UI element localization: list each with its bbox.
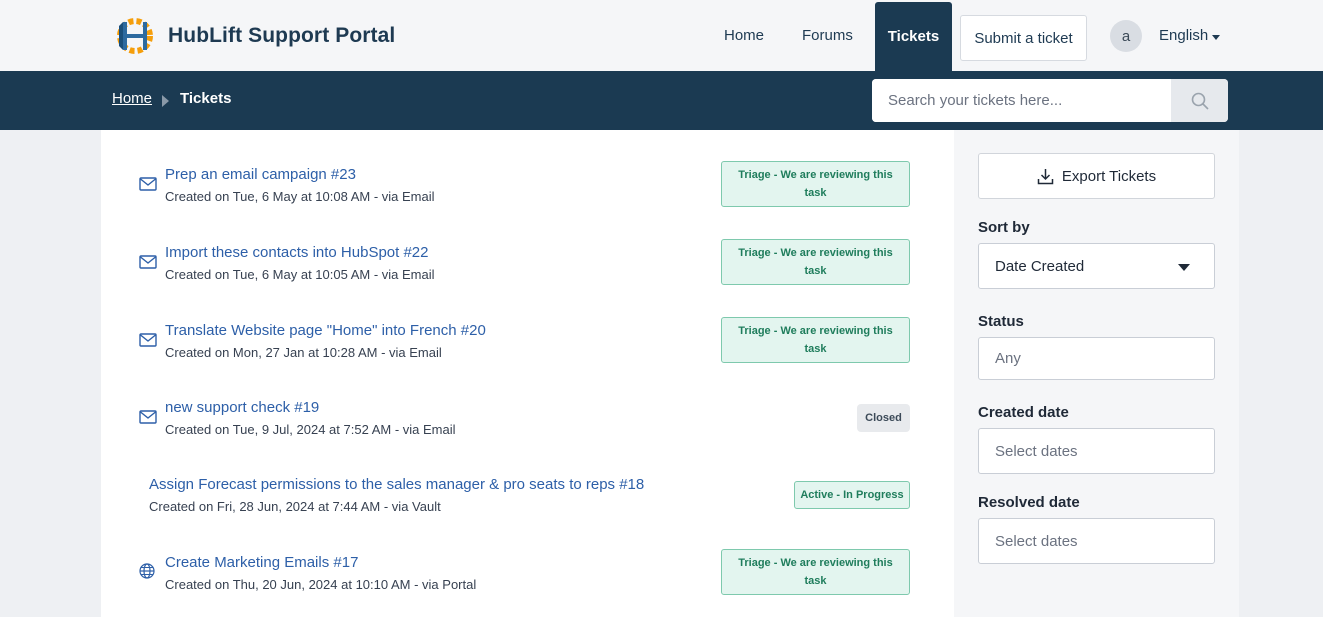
globe-icon	[139, 563, 155, 579]
search-button[interactable]	[1171, 79, 1228, 122]
chevron-down-icon	[1178, 264, 1190, 271]
export-tickets-button[interactable]: Export Tickets	[978, 153, 1215, 199]
ticket-meta: Created on Tue, 9 Jul, 2024 at 7:52 AM -…	[165, 422, 456, 437]
nav-forums[interactable]: Forums	[802, 27, 853, 44]
created-date-picker[interactable]: Select dates	[978, 428, 1215, 474]
filter-sidebar: Export Tickets Sort by Date Created Stat…	[954, 130, 1239, 617]
download-icon	[1037, 168, 1054, 184]
ticket-meta: Created on Tue, 6 May at 10:05 AM - via …	[165, 267, 435, 282]
chevron-down-icon	[1212, 35, 1220, 40]
ticket-title-link[interactable]: Translate Website page "Home" into Frenc…	[165, 322, 486, 339]
top-header: HubLift Support Portal Home Forums Ticke…	[0, 0, 1323, 71]
ticket-title-link[interactable]: Assign Forecast permissions to the sales…	[149, 476, 644, 493]
user-avatar[interactable]: a	[1110, 20, 1142, 52]
nav-home[interactable]: Home	[724, 27, 764, 44]
ticket-title-link[interactable]: Create Marketing Emails #17	[165, 554, 358, 571]
status-badge: Triage - We are reviewing this task	[721, 317, 910, 363]
ticket-search	[872, 79, 1228, 122]
status-label: Status	[978, 313, 1024, 330]
ticket-list: Prep an email campaign #23 Created on Tu…	[101, 130, 954, 617]
breadcrumb-separator-icon	[162, 95, 169, 107]
ticket-title-link[interactable]: new support check #19	[165, 399, 319, 416]
resolved-date-label: Resolved date	[978, 494, 1080, 511]
status-badge: Closed	[857, 404, 910, 432]
ticket-meta: Created on Thu, 20 Jun, 2024 at 10:10 AM…	[165, 577, 477, 592]
ticket-row: Prep an email campaign #23 Created on Tu…	[101, 161, 954, 226]
status-badge: Active - In Progress	[794, 481, 910, 509]
created-date-label: Created date	[978, 404, 1069, 421]
search-input[interactable]	[872, 79, 1171, 122]
ticket-row: Create Marketing Emails #17 Created on T…	[101, 549, 954, 614]
breadcrumb-home-link[interactable]: Home	[112, 90, 152, 107]
ticket-title-link[interactable]: Import these contacts into HubSpot #22	[165, 244, 429, 261]
resolved-date-picker[interactable]: Select dates	[978, 518, 1215, 564]
status-badge: Triage - We are reviewing this task	[721, 549, 910, 595]
status-filter-input[interactable]: Any	[978, 337, 1215, 380]
mail-icon	[139, 410, 157, 424]
ticket-row: Assign Forecast permissions to the sales…	[101, 476, 954, 536]
ticket-title-link[interactable]: Prep an email campaign #23	[165, 166, 356, 183]
search-icon	[1191, 92, 1209, 110]
sort-by-select[interactable]: Date Created	[978, 243, 1215, 289]
mail-icon	[139, 333, 157, 347]
sort-by-value: Date Created	[995, 257, 1085, 275]
ticket-meta: Created on Fri, 28 Jun, 2024 at 7:44 AM …	[149, 499, 441, 514]
brand-name[interactable]: HubLift Support Portal	[168, 24, 395, 48]
status-badge: Triage - We are reviewing this task	[721, 161, 910, 207]
export-tickets-label: Export Tickets	[1061, 167, 1157, 185]
hublift-logo-icon[interactable]	[113, 14, 157, 58]
ticket-row: new support check #19 Created on Tue, 9 …	[101, 399, 954, 459]
status-badge: Triage - We are reviewing this task	[721, 239, 910, 285]
language-selector[interactable]: English	[1159, 27, 1208, 44]
ticket-meta: Created on Tue, 6 May at 10:08 AM - via …	[165, 189, 435, 204]
ticket-row: Import these contacts into HubSpot #22 C…	[101, 239, 954, 304]
mail-icon	[139, 255, 157, 269]
ticket-row: Translate Website page "Home" into Frenc…	[101, 317, 954, 382]
mail-icon	[139, 177, 157, 191]
nav-tickets-active[interactable]: Tickets	[875, 2, 952, 71]
sort-by-label: Sort by	[978, 219, 1030, 236]
submit-ticket-button[interactable]: Submit a ticket	[960, 15, 1087, 61]
breadcrumb-current: Tickets	[180, 90, 232, 107]
breadcrumb-bar: Home Tickets	[0, 71, 1323, 130]
ticket-meta: Created on Mon, 27 Jan at 10:28 AM - via…	[165, 345, 442, 360]
